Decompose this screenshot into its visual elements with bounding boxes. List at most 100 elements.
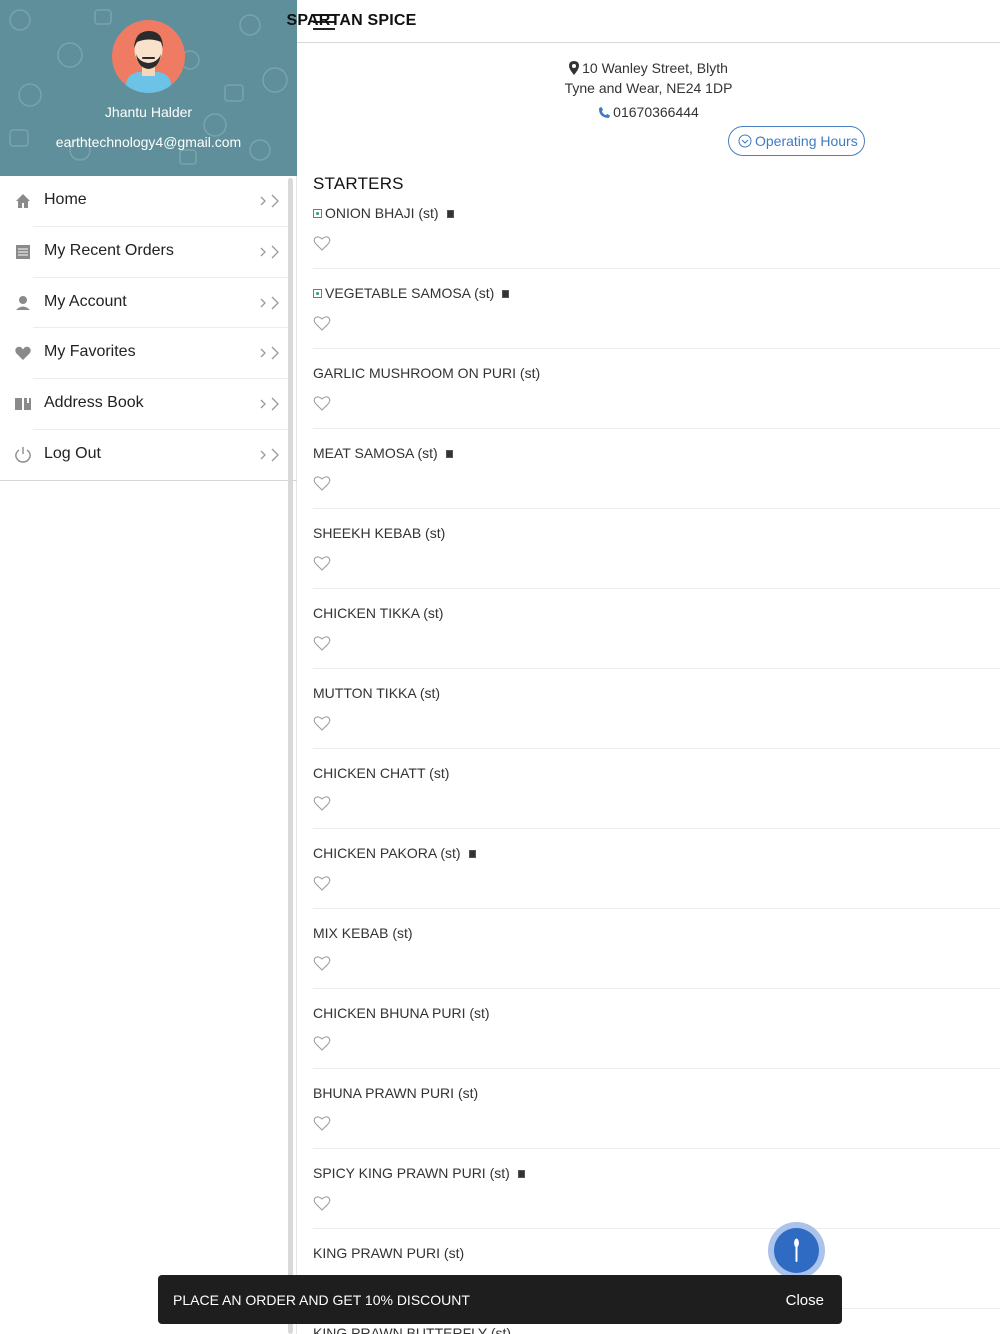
dish-row[interactable]: MIX KEBAB (st): [297, 909, 1000, 989]
dish-name: SHEEKH KEBAB (st): [313, 525, 445, 541]
favorite-heart-icon[interactable]: [313, 235, 331, 251]
chevron-down-circle-icon: [738, 134, 752, 148]
menu-item-label: My Favorites: [44, 343, 136, 361]
dish-list: ONION BHAJI (st) VEGETABLE SAMOSA (st) GAR…: [297, 189, 1000, 1334]
dish-info-icon: [502, 290, 510, 298]
favorite-heart-icon[interactable]: [313, 555, 331, 571]
home-icon: [16, 194, 30, 208]
dish-row[interactable]: ONION BHAJI (st): [297, 189, 1000, 269]
favorite-heart-icon[interactable]: [313, 395, 331, 411]
list-icon: [16, 244, 30, 259]
chevron-right-icon: [260, 296, 279, 310]
dish-row[interactable]: MUTTON TIKKA (st): [297, 669, 1000, 749]
operating-hours-label: Operating Hours: [755, 133, 858, 149]
dish-row[interactable]: SHEEKH KEBAB (st): [297, 509, 1000, 589]
dish-name-text: CHICKEN PAKORA (st): [313, 845, 461, 861]
dish-name: MUTTON TIKKA (st): [313, 685, 440, 701]
dish-row[interactable]: CHICKEN BHUNA PURI (st): [297, 989, 1000, 1069]
favorite-heart-icon[interactable]: [313, 1035, 331, 1051]
dish-row[interactable]: CHICKEN CHATT (st): [297, 749, 1000, 829]
dish-name: BHUNA PRAWN PURI (st): [313, 1085, 478, 1101]
dish-info-icon: [445, 450, 453, 458]
dish-name: GARLIC MUSHROOM ON PURI (st): [313, 365, 540, 381]
dish-row[interactable]: CHICKEN TIKKA (st): [297, 589, 1000, 669]
menu-item-label: Address Book: [44, 394, 144, 412]
favorite-heart-icon[interactable]: [313, 635, 331, 651]
address-line-2: Tyne and Wear, NE24 1DP: [564, 80, 733, 96]
favorite-heart-icon[interactable]: [313, 1195, 331, 1211]
menu-item-home[interactable]: Home: [0, 176, 297, 227]
dish-name-text: CHICKEN CHATT (st): [313, 765, 450, 781]
profile-name: Jhantu Halder: [104, 104, 193, 120]
favorite-heart-icon[interactable]: [313, 715, 331, 731]
dish-name: SPICY KING PRAWN PURI (st): [313, 1165, 525, 1181]
avatar[interactable]: [112, 20, 185, 93]
dish-name-text: SHEEKH KEBAB (st): [313, 525, 446, 541]
dish-row[interactable]: CHICKEN PAKORA (st): [297, 829, 1000, 909]
phone-line[interactable]: 01670366444: [297, 104, 1000, 120]
menu-item-log-out[interactable]: Log Out: [0, 430, 297, 481]
dish-name: KING PRAWN PURI (st): [313, 1245, 464, 1261]
phone-number: 01670366444: [613, 104, 699, 120]
dish-name-text: VEGETABLE SAMOSA (st): [325, 285, 495, 301]
snackbar-text: PLACE AN ORDER AND GET 10% DISCOUNT: [173, 1292, 470, 1308]
snackbar-close-button[interactable]: Close: [786, 1292, 824, 1309]
menu-item-label: Log Out: [44, 444, 101, 462]
favorite-heart-icon[interactable]: [313, 875, 331, 891]
dish-name: ONION BHAJI (st): [313, 205, 454, 221]
favorite-heart-icon[interactable]: [313, 475, 331, 491]
dish-name-text: ONION BHAJI (st): [325, 205, 439, 221]
favorite-heart-icon[interactable]: [313, 795, 331, 811]
dish-name: MEAT SAMOSA (st): [313, 445, 453, 461]
phone-icon: [599, 107, 611, 118]
menu-fab[interactable]: [768, 1222, 825, 1279]
menu-item-recent-orders[interactable]: My Recent Orders: [0, 227, 297, 278]
menu-item-label: My Recent Orders: [44, 241, 174, 259]
drawer-menu: Home My Recent Orders My Account My Favo…: [0, 176, 297, 481]
menu-item-my-account[interactable]: My Account: [0, 278, 297, 329]
dish-row[interactable]: SPICY KING PRAWN PURI (st): [297, 1149, 1000, 1229]
dish-name-text: BHUNA PRAWN PURI (st): [313, 1085, 479, 1101]
dish-name-text: CHICKEN TIKKA (st): [313, 605, 444, 621]
dish-name-text: MIX KEBAB (st): [313, 925, 413, 941]
dish-row[interactable]: MEAT SAMOSA (st): [297, 429, 1000, 509]
menu-item-label: My Account: [44, 292, 127, 310]
dish-name: CHICKEN BHUNA PURI (st): [313, 1005, 490, 1021]
dish-info-icon: [468, 850, 476, 858]
chevron-right-icon: [260, 397, 279, 411]
favorite-heart-icon[interactable]: [313, 315, 331, 331]
dish-name-text: KING PRAWN PURI (st): [313, 1245, 465, 1261]
dish-name-text: KING PRAWN BUTTERFLY (st): [313, 1325, 512, 1334]
dish-row[interactable]: BHUNA PRAWN PURI (st): [297, 1069, 1000, 1149]
book-icon: [15, 398, 31, 411]
dish-row[interactable]: GARLIC MUSHROOM ON PURI (st): [297, 349, 1000, 429]
favorite-heart-icon[interactable]: [313, 955, 331, 971]
veg-indicator-icon: [313, 209, 322, 218]
chevron-right-icon: [260, 245, 279, 259]
dish-name: KING PRAWN BUTTERFLY (st): [313, 1325, 511, 1334]
dish-name: MIX KEBAB (st): [313, 925, 413, 941]
dish-name-text: SPICY KING PRAWN PURI (st): [313, 1165, 510, 1181]
location-pin-icon: [569, 61, 580, 75]
dish-name-text: MEAT SAMOSA (st): [313, 445, 438, 461]
user-avatar-icon: [126, 31, 171, 93]
dish-row[interactable]: VEGETABLE SAMOSA (st): [297, 269, 1000, 349]
dish-name-text: GARLIC MUSHROOM ON PURI (st): [313, 365, 541, 381]
favorite-heart-icon[interactable]: [313, 1115, 331, 1131]
address-line-1-text: 10 Wanley Street, Blyth: [582, 60, 728, 76]
navigation-drawer: Jhantu Halder earthtechnology4@gmail.com…: [0, 0, 297, 1334]
page-title: SPARTAN SPICE: [286, 12, 417, 29]
dish-info-icon: [446, 210, 454, 218]
menu-item-my-favorites[interactable]: My Favorites: [0, 328, 297, 379]
discount-snackbar: PLACE AN ORDER AND GET 10% DISCOUNT Clos…: [158, 1275, 842, 1324]
drawer-scrollbar[interactable]: [288, 178, 293, 1334]
dish-name: VEGETABLE SAMOSA (st): [313, 285, 510, 301]
dish-name-text: MUTTON TIKKA (st): [313, 685, 441, 701]
menu-item-address-book[interactable]: Address Book: [0, 379, 297, 430]
dish-name-text: CHICKEN BHUNA PURI (st): [313, 1005, 490, 1021]
fork-icon: [794, 1238, 799, 1262]
address-line-1: 10 Wanley Street, Blyth: [297, 60, 1000, 76]
power-icon: [15, 446, 31, 463]
operating-hours-button[interactable]: Operating Hours: [728, 126, 865, 156]
dish-name: CHICKEN CHATT (st): [313, 765, 449, 781]
